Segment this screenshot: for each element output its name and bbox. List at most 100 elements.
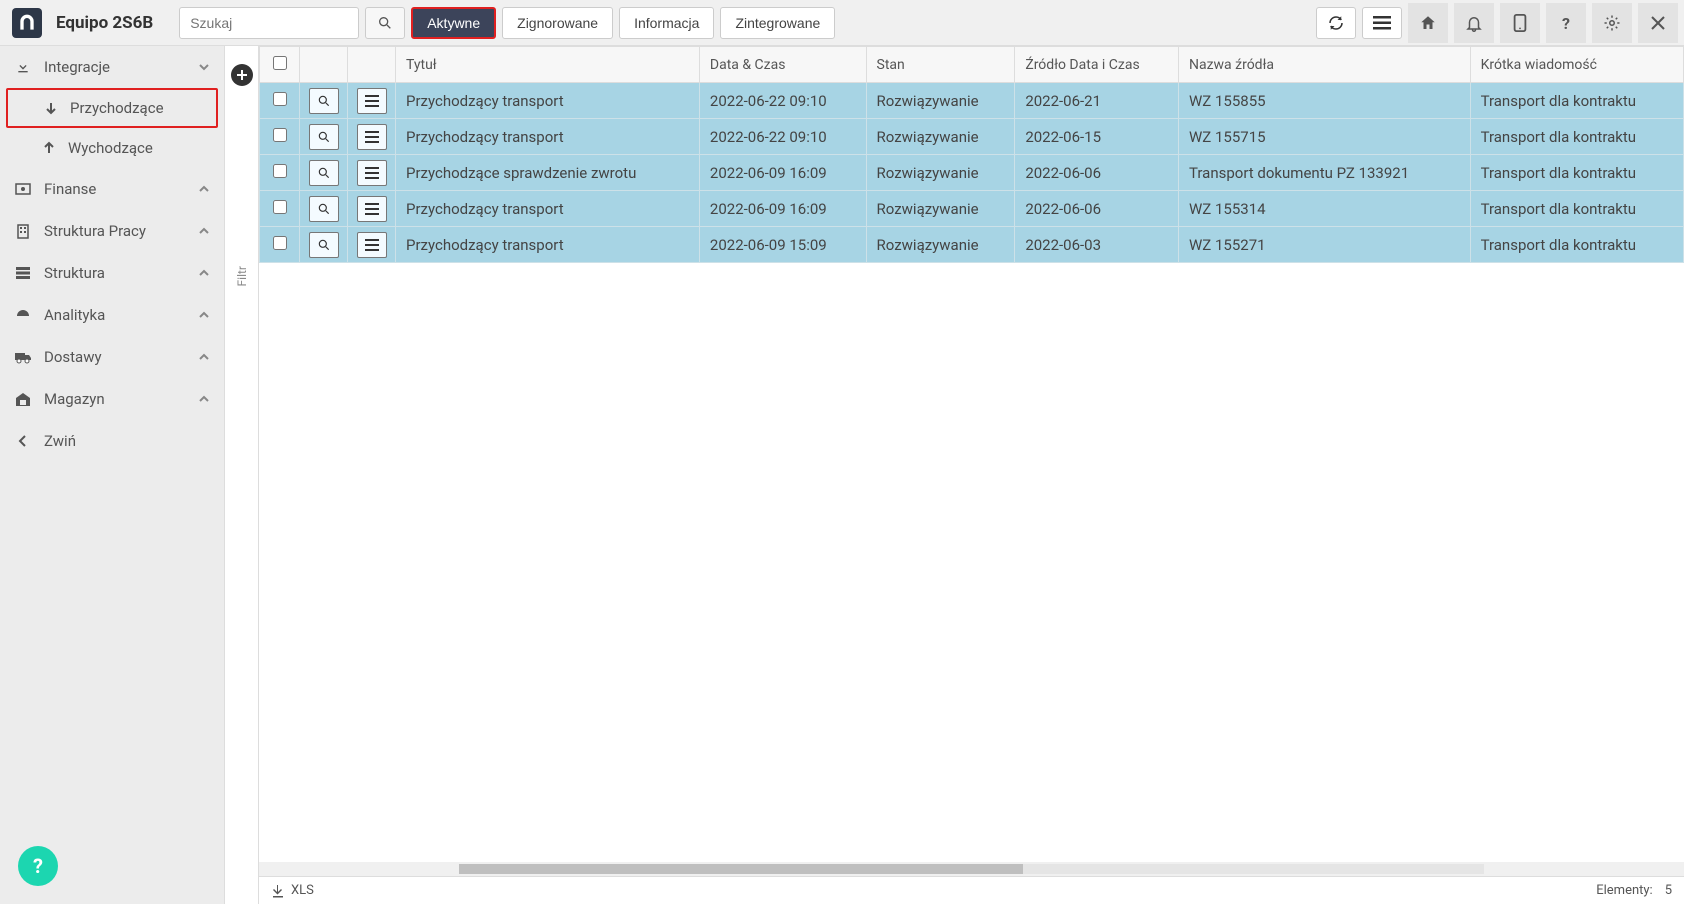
arrow-up-icon — [40, 141, 58, 155]
sidebar-label: Struktura — [44, 264, 198, 282]
filter-active-button[interactable]: Aktywne — [411, 7, 496, 39]
sidebar-item-struktura-pracy[interactable]: Struktura Pracy — [0, 210, 224, 252]
sidebar-item-struktura[interactable]: Struktura — [0, 252, 224, 294]
cell-state: Rozwiązywanie — [866, 191, 1015, 227]
cell-datetime: 2022-06-09 15:09 — [699, 227, 866, 263]
cell-short-msg: Transport dla kontraktu — [1470, 191, 1683, 227]
help-button[interactable]: ? — [1546, 3, 1586, 43]
cell-src-datetime: 2022-06-21 — [1015, 83, 1179, 119]
row-view-button[interactable] — [309, 124, 339, 150]
sidebar-sub-wychodzace[interactable]: Wychodzące — [6, 128, 218, 168]
chevron-up-icon — [198, 183, 210, 195]
cell-src-name: Transport dokumentu PZ 133921 — [1178, 155, 1470, 191]
sidebar-item-analityka[interactable]: Analityka — [0, 294, 224, 336]
home-icon — [1419, 14, 1437, 32]
sidebar-sub-label: Przychodzące — [70, 99, 164, 117]
table-row[interactable]: Przychodzący transport2022-06-09 15:09Ro… — [260, 227, 1684, 263]
sidebar-item-integracje[interactable]: Integracje — [0, 46, 224, 88]
select-all-checkbox[interactable] — [273, 56, 287, 70]
filter-rail-label: Filtr — [235, 266, 249, 286]
chevron-up-icon — [198, 351, 210, 363]
export-xls-button[interactable]: XLS — [271, 883, 314, 898]
refresh-button[interactable] — [1316, 7, 1356, 39]
cell-short-msg: Transport dla kontraktu — [1470, 227, 1683, 263]
row-details-button[interactable] — [357, 196, 387, 222]
col-title[interactable]: Tytuł — [396, 47, 700, 83]
plus-icon — [236, 69, 248, 81]
download-icon — [271, 884, 285, 898]
col-state[interactable]: Stan — [866, 47, 1015, 83]
settings-button[interactable] — [1592, 3, 1632, 43]
search-input[interactable] — [179, 7, 359, 39]
cell-datetime: 2022-06-22 09:10 — [699, 119, 866, 155]
row-view-button[interactable] — [309, 88, 339, 114]
col-short-msg[interactable]: Krótka wiadomość — [1470, 47, 1683, 83]
refresh-icon — [1327, 14, 1345, 32]
cell-src-datetime: 2022-06-06 — [1015, 191, 1179, 227]
sidebar-sub-label: Wychodzące — [68, 139, 153, 157]
table-row[interactable]: Przychodzący transport2022-06-09 16:09Ro… — [260, 191, 1684, 227]
table-row[interactable]: Przychodzące sprawdzenie zwrotu2022-06-0… — [260, 155, 1684, 191]
cell-src-datetime: 2022-06-03 — [1015, 227, 1179, 263]
sidebar-label: Finanse — [44, 180, 198, 198]
row-checkbox[interactable] — [273, 128, 287, 142]
search-button[interactable] — [365, 7, 405, 39]
cell-datetime: 2022-06-22 09:10 — [699, 83, 866, 119]
money-icon — [14, 183, 32, 195]
cell-src-name: WZ 155314 — [1178, 191, 1470, 227]
row-details-button[interactable] — [357, 124, 387, 150]
table-row[interactable]: Przychodzący transport2022-06-22 09:10Ro… — [260, 83, 1684, 119]
home-button[interactable] — [1408, 3, 1448, 43]
horizontal-scrollbar[interactable] — [259, 862, 1684, 876]
help-fab[interactable]: ? — [18, 846, 58, 886]
filter-info-button[interactable]: Informacja — [619, 7, 714, 39]
row-checkbox[interactable] — [273, 164, 287, 178]
elements-count: 5 — [1665, 883, 1672, 898]
sidebar-item-dostawy[interactable]: Dostawy — [0, 336, 224, 378]
table-header-row: Tytuł Data & Czas Stan Źródło Data i Cza… — [260, 47, 1684, 83]
menu-button[interactable] — [1362, 7, 1402, 39]
sidebar-label: Zwiń — [44, 432, 210, 450]
row-view-button[interactable] — [309, 196, 339, 222]
cell-src-datetime: 2022-06-06 — [1015, 155, 1179, 191]
add-filter-button[interactable] — [231, 64, 253, 86]
row-checkbox[interactable] — [273, 200, 287, 214]
mobile-button[interactable] — [1500, 3, 1540, 43]
chevron-up-icon — [198, 225, 210, 237]
col-view — [300, 47, 348, 83]
data-grid: Tytuł Data & Czas Stan Źródło Data i Cza… — [259, 46, 1684, 862]
cell-state: Rozwiązywanie — [866, 227, 1015, 263]
bell-icon — [1465, 14, 1483, 32]
footer: XLS Elementy: 5 — [259, 876, 1684, 904]
mobile-icon — [1513, 14, 1527, 32]
close-button[interactable] — [1638, 3, 1678, 43]
building-icon — [14, 223, 32, 239]
sidebar-item-zwin[interactable]: Zwiń — [0, 420, 224, 462]
sidebar-sub-przychodzace[interactable]: Przychodzące — [6, 88, 218, 128]
row-checkbox[interactable] — [273, 92, 287, 106]
filter-ignored-button[interactable]: Zignorowane — [502, 7, 613, 39]
sidebar-item-magazyn[interactable]: Magazyn — [0, 378, 224, 420]
col-src-name[interactable]: Nazwa źródła — [1178, 47, 1470, 83]
list-icon — [365, 167, 379, 179]
row-view-button[interactable] — [309, 232, 339, 258]
table-row[interactable]: Przychodzący transport2022-06-22 09:10Ro… — [260, 119, 1684, 155]
filter-integrated-button[interactable]: Zintegrowane — [720, 7, 835, 39]
col-src-datetime[interactable]: Źródło Data i Czas — [1015, 47, 1179, 83]
col-datetime[interactable]: Data & Czas — [699, 47, 866, 83]
row-details-button[interactable] — [357, 232, 387, 258]
list-icon — [365, 239, 379, 251]
chevron-up-icon — [198, 309, 210, 321]
cell-state: Rozwiązywanie — [866, 155, 1015, 191]
truck-icon — [14, 350, 32, 364]
chevron-left-icon — [14, 434, 32, 448]
filter-rail: Filtr — [225, 46, 259, 904]
notifications-button[interactable] — [1454, 3, 1494, 43]
row-details-button[interactable] — [357, 160, 387, 186]
sidebar-item-finanse[interactable]: Finanse — [0, 168, 224, 210]
arrow-down-icon — [42, 101, 60, 115]
row-checkbox[interactable] — [273, 236, 287, 250]
row-details-button[interactable] — [357, 88, 387, 114]
row-view-button[interactable] — [309, 160, 339, 186]
list-icon — [365, 95, 379, 107]
